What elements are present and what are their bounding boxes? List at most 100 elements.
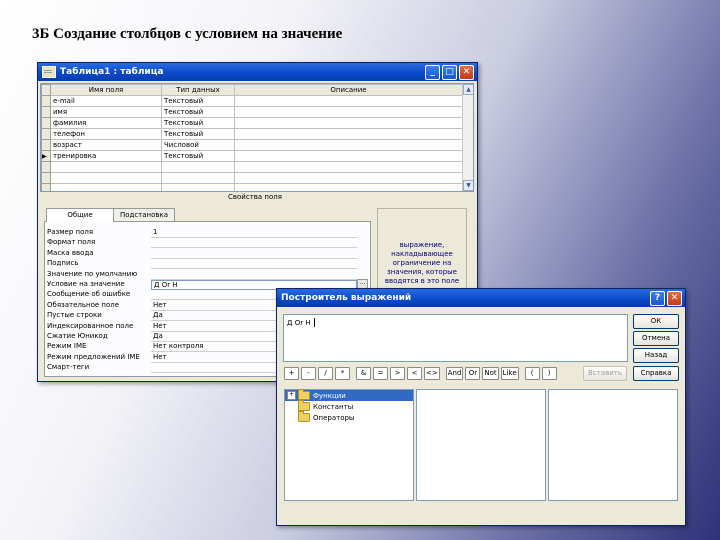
description-cell[interactable] — [234, 150, 463, 162]
element-folders-pane: + Функции Константы Операторы — [284, 389, 414, 501]
operator-button[interactable]: - — [301, 367, 316, 380]
data-type-cell[interactable] — [161, 172, 235, 184]
description-cell[interactable] — [234, 106, 463, 118]
data-type-cell[interactable]: Числовой — [161, 139, 235, 151]
table-row[interactable]: фамилия Текстовый — [41, 117, 463, 129]
column-header-type: Тип данных — [161, 84, 235, 96]
table-row[interactable] — [41, 161, 463, 173]
data-type-cell[interactable] — [161, 183, 235, 191]
property-value[interactable] — [151, 238, 357, 249]
property-value[interactable]: 1 — [151, 228, 357, 238]
row-selector[interactable] — [41, 183, 51, 191]
property-label: Условие на значение — [47, 280, 125, 288]
field-name-cell[interactable] — [50, 183, 162, 191]
property-value[interactable] — [151, 249, 357, 259]
property-label: Сжатие Юникод — [47, 332, 108, 340]
row-selector[interactable] — [41, 95, 51, 107]
field-name-cell[interactable]: e-mail — [50, 95, 162, 107]
tree-item[interactable]: Операторы — [285, 411, 413, 423]
row-selector[interactable]: ▶ — [41, 150, 51, 162]
data-type-cell[interactable]: Текстовый — [161, 106, 235, 118]
table-row[interactable]: e-mail Текстовый — [41, 95, 463, 107]
data-type-cell[interactable]: Текстовый — [161, 150, 235, 162]
maximize-icon[interactable]: □ — [442, 64, 457, 80]
operator-button[interactable]: Or — [465, 367, 481, 380]
description-cell[interactable] — [234, 117, 463, 129]
data-type-cell[interactable] — [161, 161, 235, 173]
data-type-cell[interactable]: Текстовый — [161, 117, 235, 129]
field-name-cell[interactable]: возраст — [50, 139, 162, 151]
row-selector[interactable] — [41, 106, 51, 118]
field-name-cell[interactable]: имя — [50, 106, 162, 118]
data-type-cell[interactable]: Текстовый — [161, 128, 235, 140]
row-selector[interactable] — [41, 161, 51, 173]
help-icon[interactable]: ? — [650, 290, 665, 306]
minimize-icon[interactable]: _ — [425, 64, 440, 80]
operator-button[interactable]: * — [335, 367, 350, 380]
tree-item[interactable]: + Функции — [285, 389, 413, 401]
row-selector[interactable] — [41, 139, 51, 151]
builder-titlebar[interactable]: Построитель выражений ? ✕ — [277, 289, 685, 307]
expand-icon[interactable]: + — [287, 391, 296, 400]
operator-button[interactable]: & — [356, 367, 371, 380]
row-selector[interactable] — [41, 172, 51, 184]
table-window-titlebar[interactable]: Таблица1 : таблица _ □ ✕ — [38, 63, 477, 81]
insert-button[interactable]: Вставить — [583, 366, 627, 381]
operator-toolbar: + - / * & = > < <> And Or Not Like () — [284, 367, 559, 380]
element-categories-pane[interactable] — [416, 389, 546, 501]
operator-button[interactable]: ( — [524, 367, 540, 380]
ok-button[interactable]: ОК — [633, 314, 679, 329]
property-label: Обязательное поле — [47, 300, 120, 309]
tab-lookup[interactable]: Подстановка — [113, 208, 175, 222]
property-value[interactable] — [151, 270, 357, 280]
close-icon[interactable]: ✕ — [459, 64, 474, 80]
description-cell[interactable] — [234, 172, 463, 184]
operator-button[interactable]: Like — [500, 367, 519, 380]
property-row: Размер поля 1 — [47, 228, 357, 238]
field-name-cell[interactable] — [50, 161, 162, 173]
table-row[interactable]: имя Текстовый — [41, 106, 463, 118]
operator-button[interactable]: / — [318, 367, 333, 380]
table-row[interactable] — [41, 183, 463, 191]
table-row[interactable]: ▶ тренировка Текстовый — [41, 150, 463, 162]
row-selector[interactable] — [41, 117, 51, 129]
operator-button[interactable]: = — [373, 367, 388, 380]
description-cell[interactable] — [234, 128, 463, 140]
description-cell[interactable] — [234, 139, 463, 151]
operator-button[interactable]: > — [390, 367, 405, 380]
back-button[interactable]: Назад — [633, 348, 679, 363]
cancel-button[interactable]: Отмена — [633, 331, 679, 346]
field-name-cell[interactable]: телефон — [50, 128, 162, 140]
expression-text[interactable]: Д Or Н — [287, 319, 311, 327]
element-values-pane[interactable] — [548, 389, 678, 501]
expression-box[interactable]: Д Or Н — [283, 314, 628, 362]
field-name-cell[interactable] — [50, 172, 162, 184]
field-name-cell[interactable]: тренировка — [50, 150, 162, 162]
grid-scrollbar[interactable]: ▲ ▼ — [462, 84, 473, 191]
property-value[interactable] — [151, 259, 357, 270]
scroll-up-icon[interactable]: ▲ — [463, 84, 473, 95]
table-icon — [42, 66, 56, 78]
tree-item[interactable]: Константы — [285, 400, 413, 412]
field-name-cell[interactable]: фамилия — [50, 117, 162, 129]
table-row[interactable]: телефон Текстовый — [41, 128, 463, 140]
operator-button[interactable]: < — [407, 367, 422, 380]
tab-general[interactable]: Общие — [46, 208, 114, 222]
help-button[interactable]: Справка — [633, 366, 679, 381]
operator-button[interactable]: + — [284, 367, 299, 380]
builder-close-icon[interactable]: ✕ — [667, 290, 682, 306]
operator-button[interactable]: ) — [541, 367, 557, 380]
operator-button[interactable]: And — [445, 367, 464, 380]
table-row[interactable]: возраст Числовой — [41, 139, 463, 151]
data-type-cell[interactable]: Текстовый — [161, 95, 235, 107]
field-grid: Имя поля Тип данных Описание e-mail Текст… — [40, 83, 474, 192]
scroll-down-icon[interactable]: ▼ — [463, 180, 473, 191]
tree-item-label: Константы — [313, 402, 354, 411]
operator-button[interactable]: <> — [424, 367, 440, 380]
description-cell[interactable] — [234, 161, 463, 173]
description-cell[interactable] — [234, 183, 463, 191]
description-cell[interactable] — [234, 95, 463, 107]
row-selector[interactable] — [41, 128, 51, 140]
operator-button[interactable]: Not — [482, 367, 499, 380]
table-row[interactable] — [41, 172, 463, 184]
